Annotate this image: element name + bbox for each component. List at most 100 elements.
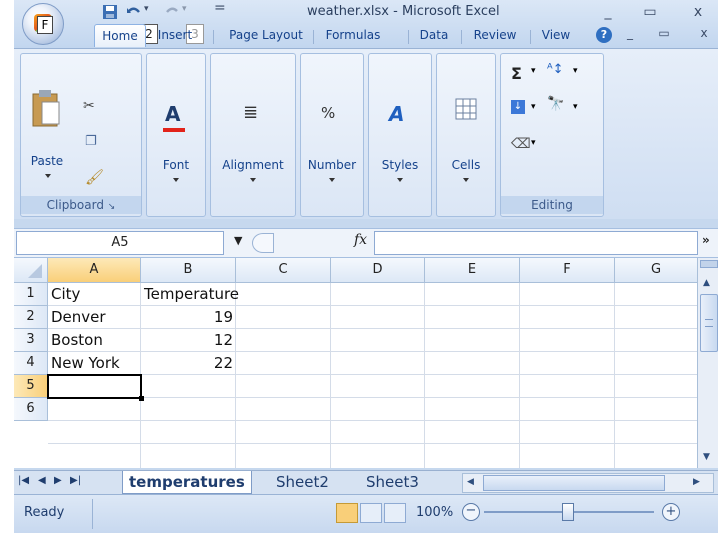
- column-header-d[interactable]: D: [331, 258, 425, 283]
- formula-bar-expand-icon[interactable]: [252, 233, 274, 253]
- vertical-scrollbar[interactable]: ▲ ▼: [697, 258, 718, 468]
- redo-icon[interactable]: [164, 4, 180, 20]
- last-sheet-icon[interactable]: ▶|: [70, 475, 81, 486]
- cell-a2[interactable]: Denver: [48, 306, 141, 328]
- fill-dropdown-icon[interactable]: ▾: [531, 102, 536, 112]
- column-header-a[interactable]: A: [48, 258, 141, 283]
- customize-qat-icon[interactable]: =: [214, 0, 226, 16]
- sheet-tab-temperatures[interactable]: temperatures: [122, 471, 252, 494]
- sort-filter-icon[interactable]: ᴬ↕: [547, 62, 564, 77]
- tab-page-layout[interactable]: Page Layout: [220, 24, 312, 46]
- scroll-up-icon[interactable]: ▲: [703, 278, 710, 288]
- horizontal-scroll-thumb[interactable]: [483, 475, 665, 491]
- vertical-scroll-thumb[interactable]: [700, 294, 718, 352]
- active-cell-a5[interactable]: [47, 374, 142, 399]
- font-group-label-btn[interactable]: Font: [147, 158, 205, 172]
- paste-label[interactable]: Paste: [29, 154, 65, 168]
- help-icon[interactable]: ?: [596, 27, 612, 43]
- row-header-3[interactable]: 3: [14, 329, 48, 352]
- paste-dropdown-icon[interactable]: [45, 174, 51, 178]
- ribbon-close-button[interactable]: x: [690, 26, 718, 40]
- prev-sheet-icon[interactable]: ◀: [38, 475, 46, 486]
- styles-icon[interactable]: A: [389, 102, 404, 126]
- tab-home[interactable]: Home: [94, 24, 146, 47]
- worksheet-grid[interactable]: A B C D E F G 1 2 3 4 5 6 City Temperatu…: [14, 258, 698, 468]
- percent-icon[interactable]: %: [321, 104, 335, 122]
- column-header-f[interactable]: F: [520, 258, 615, 283]
- scroll-right-icon[interactable]: ▶: [693, 477, 700, 487]
- row-header-6[interactable]: 6: [14, 398, 48, 421]
- alignment-label[interactable]: Alignment: [211, 158, 295, 172]
- scroll-down-icon[interactable]: ▼: [703, 452, 710, 462]
- font-color-icon[interactable]: A: [165, 102, 180, 126]
- sort-dropdown-icon[interactable]: ▾: [573, 66, 578, 76]
- zoom-slider-thumb[interactable]: [562, 503, 574, 521]
- cell-b3[interactable]: 12: [141, 329, 236, 351]
- row-header-4[interactable]: 4: [14, 352, 48, 375]
- next-sheet-icon[interactable]: ▶: [54, 475, 62, 486]
- undo-dropdown-icon[interactable]: ▾: [144, 4, 149, 14]
- zoom-out-button[interactable]: −: [462, 503, 480, 521]
- normal-view-icon[interactable]: [336, 503, 358, 523]
- fill-icon[interactable]: ↓: [511, 100, 525, 114]
- row-header-1[interactable]: 1: [14, 283, 48, 306]
- select-all-button[interactable]: [14, 258, 48, 283]
- cell-b2[interactable]: 19: [141, 306, 236, 328]
- find-dropdown-icon[interactable]: ▾: [573, 102, 578, 112]
- autosum-icon[interactable]: Σ: [511, 64, 522, 83]
- tab-data[interactable]: Data: [414, 24, 454, 46]
- cell-a1[interactable]: City: [48, 283, 141, 305]
- cell-b4[interactable]: 22: [141, 352, 236, 374]
- tab-insert[interactable]: Insert: [148, 24, 202, 46]
- alignment-dropdown-icon[interactable]: [250, 178, 256, 182]
- cells-icon[interactable]: [455, 98, 477, 120]
- page-break-view-icon[interactable]: [384, 503, 406, 523]
- name-box[interactable]: A5: [16, 231, 224, 255]
- ribbon-restore-button[interactable]: ▭: [650, 26, 678, 40]
- cut-icon[interactable]: ✂: [83, 98, 95, 114]
- column-header-c[interactable]: C: [236, 258, 331, 283]
- save-icon[interactable]: [102, 4, 118, 20]
- first-sheet-icon[interactable]: |◀: [18, 475, 29, 486]
- close-button[interactable]: x: [684, 4, 712, 20]
- cells-label[interactable]: Cells: [437, 158, 495, 172]
- fill-handle[interactable]: [139, 396, 144, 401]
- cell-a3[interactable]: Boston: [48, 329, 141, 351]
- copy-icon[interactable]: ❐: [85, 134, 97, 149]
- styles-dropdown-icon[interactable]: [397, 178, 403, 182]
- styles-label[interactable]: Styles: [369, 158, 431, 172]
- cell-a4[interactable]: New York: [48, 352, 141, 374]
- redo-dropdown-icon[interactable]: ▾: [182, 4, 187, 14]
- sheet-tab-sheet3[interactable]: Sheet3: [360, 471, 425, 493]
- tab-review[interactable]: Review: [466, 24, 524, 46]
- minimize-button[interactable]: _: [594, 4, 622, 20]
- number-label[interactable]: Number: [301, 158, 363, 172]
- row-header-5[interactable]: 5: [14, 375, 48, 398]
- cells-dropdown-icon[interactable]: [463, 178, 469, 182]
- align-icon[interactable]: ≣: [243, 102, 258, 123]
- column-header-b[interactable]: B: [141, 258, 236, 283]
- page-layout-view-icon[interactable]: [360, 503, 382, 523]
- column-header-e[interactable]: E: [425, 258, 520, 283]
- clear-dropdown-icon[interactable]: ▾: [531, 138, 536, 148]
- autosum-dropdown-icon[interactable]: ▾: [531, 66, 536, 76]
- maximize-button[interactable]: ▭: [636, 4, 664, 20]
- ribbon-minimize-button[interactable]: _: [616, 26, 644, 40]
- sheet-tab-sheet2[interactable]: Sheet2: [270, 471, 335, 493]
- clear-icon[interactable]: ⌫: [511, 136, 531, 152]
- undo-icon[interactable]: [126, 4, 142, 20]
- split-box[interactable]: [700, 260, 718, 268]
- name-box-dropdown-icon[interactable]: ▼: [234, 234, 242, 247]
- format-painter-icon[interactable]: 🖌: [85, 168, 104, 186]
- cell-b1[interactable]: Temperature: [141, 283, 239, 305]
- formula-input[interactable]: [374, 231, 698, 255]
- find-select-icon[interactable]: 🔭: [547, 96, 564, 112]
- tab-formulas[interactable]: Formulas: [318, 24, 388, 46]
- expand-formula-bar-icon[interactable]: »: [702, 233, 710, 247]
- column-header-g[interactable]: G: [615, 258, 698, 283]
- paste-icon[interactable]: [31, 88, 61, 128]
- insert-function-button[interactable]: fx: [354, 232, 367, 248]
- font-dropdown-icon[interactable]: [173, 178, 179, 182]
- zoom-level[interactable]: 100%: [416, 505, 453, 520]
- number-dropdown-icon[interactable]: [329, 178, 335, 182]
